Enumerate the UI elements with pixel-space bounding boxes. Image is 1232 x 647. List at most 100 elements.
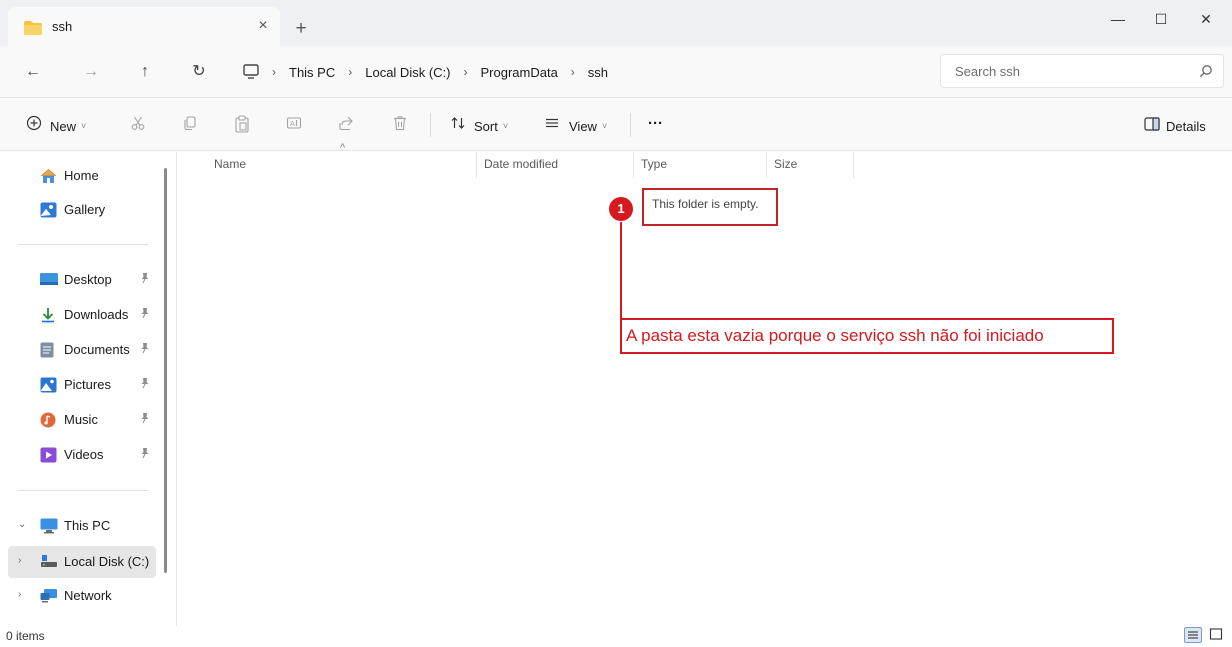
column-divider[interactable] <box>766 152 767 178</box>
title-bar: ssh × + — ☐ ✕ <box>0 0 1232 46</box>
pane-divider[interactable] <box>176 152 177 626</box>
annotation-badge: 1 <box>609 197 633 221</box>
empty-folder-message: This folder is empty. <box>652 197 759 211</box>
details-view-icon[interactable] <box>1184 627 1202 643</box>
pin-icon[interactable] <box>140 447 150 462</box>
new-button[interactable]: New ˅ <box>50 116 86 136</box>
new-tab-button[interactable]: + <box>288 17 314 43</box>
close-window-button[interactable]: ✕ <box>1186 6 1226 32</box>
downloads-icon <box>40 307 56 326</box>
details-pane-icon <box>1144 117 1160 134</box>
view-label: View <box>569 118 597 134</box>
sidebar-item-label: Pictures <box>64 377 111 392</box>
pin-icon[interactable] <box>140 272 150 287</box>
sidebar-item-this-pc[interactable]: ⌄ This PC <box>0 510 160 542</box>
more-options-button[interactable]: ··· <box>648 113 663 133</box>
copy-icon[interactable] <box>182 115 198 134</box>
sidebar-item-label: This PC <box>64 518 111 533</box>
desktop-icon <box>40 272 58 289</box>
sort-ascending-icon: ^ <box>340 142 346 154</box>
command-bar: New ˅ A Sort ˅ View ˅ ··· Details <box>0 99 1232 151</box>
sidebar-item-label: Downloads <box>64 307 129 322</box>
sidebar-item-label: Gallery <box>64 202 106 217</box>
gallery-icon <box>40 202 57 221</box>
sidebar-item-label: Documents <box>64 342 130 357</box>
column-header-type[interactable]: Type <box>641 157 667 179</box>
annotation-leader-line <box>620 222 622 320</box>
minimize-button[interactable]: — <box>1098 6 1138 32</box>
pin-icon[interactable] <box>140 412 150 427</box>
sort-button[interactable]: Sort ˅ <box>474 116 508 136</box>
new-label: New <box>50 118 77 134</box>
chevron-down-icon: ˅ <box>601 121 608 131</box>
tab-close-button[interactable]: × <box>252 15 274 37</box>
toolbar-divider <box>430 113 431 137</box>
breadcrumb-separator: › <box>570 65 575 79</box>
sidebar-item-home[interactable]: Home <box>0 160 160 192</box>
home-icon <box>40 168 57 187</box>
column-divider[interactable] <box>853 152 854 178</box>
breadcrumb-this-pc[interactable]: This PC <box>289 65 335 80</box>
column-header-date-modified[interactable]: Date modified <box>484 157 558 179</box>
empty-folder-highlight: This folder is empty. <box>642 188 778 226</box>
up-button[interactable]: ↑ <box>132 60 158 84</box>
sidebar-scrollbar[interactable] <box>164 168 167 573</box>
share-icon[interactable] <box>338 115 354 134</box>
sidebar-item-label: Desktop <box>64 272 112 287</box>
chevron-right-icon[interactable]: › <box>18 589 21 600</box>
forward-button[interactable]: → <box>78 60 104 84</box>
breadcrumb-programdata[interactable]: ProgramData <box>480 65 557 80</box>
sidebar-item-documents[interactable]: Documents <box>0 334 160 366</box>
cut-icon[interactable] <box>130 115 146 134</box>
sidebar-item-pictures[interactable]: Pictures <box>0 369 160 401</box>
refresh-button[interactable]: ↻ <box>186 60 212 84</box>
music-icon <box>40 412 56 431</box>
sidebar-divider <box>18 244 148 245</box>
view-button[interactable]: View ˅ <box>569 116 607 136</box>
chevron-right-icon[interactable]: › <box>18 555 21 566</box>
annotation-text: A pasta esta vazia porque o serviço ssh … <box>626 326 1044 345</box>
breadcrumb-local-disk[interactable]: Local Disk (C:) <box>365 65 450 80</box>
breadcrumb-ssh[interactable]: ssh <box>588 65 608 80</box>
item-count: 0 items <box>6 629 45 643</box>
tiles-view-icon[interactable] <box>1208 627 1226 643</box>
delete-icon[interactable] <box>392 115 408 134</box>
search-input[interactable]: Search ssh <box>940 54 1224 88</box>
sort-label: Sort <box>474 118 498 134</box>
details-button[interactable]: Details <box>1166 116 1206 136</box>
sidebar-item-label: Local Disk (C:) <box>64 554 150 569</box>
breadcrumb-separator: › <box>463 65 468 79</box>
paste-icon[interactable] <box>234 115 250 136</box>
sidebar-item-network[interactable]: › Network <box>0 580 160 612</box>
sidebar-item-music[interactable]: Music <box>0 404 160 436</box>
breadcrumb: › This PC › Local Disk (C:) › ProgramDat… <box>272 62 608 82</box>
chevron-down-icon[interactable]: ⌄ <box>18 519 26 530</box>
sidebar-item-local-disk[interactable]: › Local Disk (C:) <box>8 546 156 578</box>
sidebar-item-label: Videos <box>64 447 104 462</box>
sidebar-item-label: Network <box>64 588 112 603</box>
pin-icon[interactable] <box>140 307 150 322</box>
pin-icon[interactable] <box>140 342 150 357</box>
column-divider[interactable] <box>476 152 477 178</box>
monitor-icon[interactable] <box>242 63 260 84</box>
annotation-callout: A pasta esta vazia porque o serviço ssh … <box>620 318 1114 354</box>
maximize-button[interactable]: ☐ <box>1141 6 1181 32</box>
this-pc-icon <box>40 518 58 537</box>
pin-icon[interactable] <box>140 377 150 392</box>
column-header-name[interactable]: Name <box>214 157 246 179</box>
sidebar-item-videos[interactable]: Videos <box>0 439 160 471</box>
pictures-icon <box>40 377 57 396</box>
network-icon <box>40 588 58 607</box>
sidebar-item-label: Home <box>64 168 99 183</box>
sidebar-item-gallery[interactable]: Gallery <box>0 194 160 226</box>
column-divider[interactable] <box>633 152 634 178</box>
folder-icon <box>24 21 42 38</box>
rename-icon[interactable]: A <box>286 115 302 134</box>
sidebar-item-downloads[interactable]: Downloads <box>0 299 160 331</box>
videos-icon <box>40 447 57 466</box>
tab-ssh[interactable]: ssh × <box>8 7 280 46</box>
back-button[interactable]: ← <box>20 60 46 84</box>
new-icon <box>26 115 42 134</box>
column-header-size[interactable]: Size <box>774 157 797 179</box>
sidebar-item-desktop[interactable]: Desktop <box>0 264 160 296</box>
